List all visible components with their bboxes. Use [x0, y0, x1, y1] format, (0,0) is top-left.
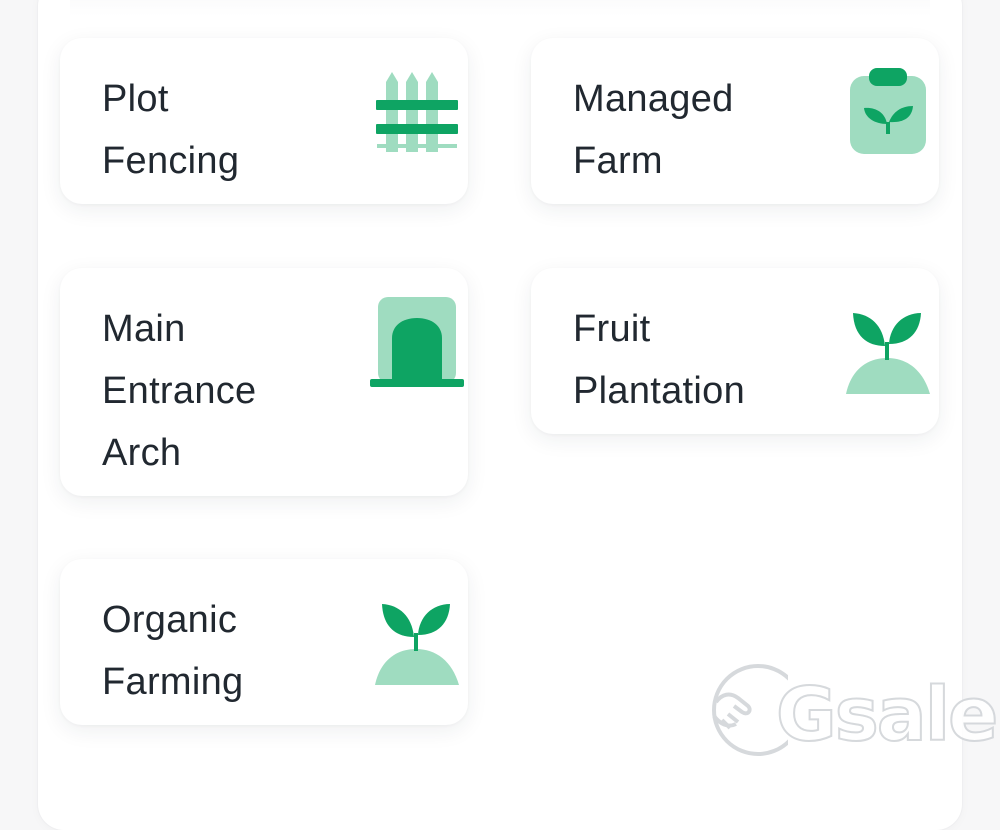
sprout-mound-icon: [846, 313, 930, 394]
card-title: Organic Farming: [102, 599, 244, 703]
card-title: Plot Fencing: [102, 78, 240, 182]
card-plot-fencing[interactable]: Plot Fencing: [60, 38, 468, 204]
clipboard-sprout-icon: [850, 68, 926, 154]
card-title: Main Entrance Arch: [102, 308, 257, 474]
card-fruit-plantation[interactable]: Fruit Plantation: [531, 268, 939, 434]
fence-icon: [376, 72, 458, 152]
arch-icon: [370, 297, 464, 387]
sprout-mound-icon: [375, 604, 459, 685]
previous-section-edge: [70, 0, 930, 16]
card-main-entrance-arch[interactable]: Main Entrance Arch: [60, 268, 468, 496]
card-title: Fruit Plantation: [573, 308, 746, 412]
gsale-watermark: Gsale: [708, 654, 999, 764]
card-title: Managed Farm: [573, 78, 734, 182]
card-managed-farm[interactable]: Managed Farm: [531, 38, 939, 204]
watermark-text: Gsale: [775, 671, 999, 759]
card-organic-farming[interactable]: Organic Farming: [60, 559, 468, 725]
